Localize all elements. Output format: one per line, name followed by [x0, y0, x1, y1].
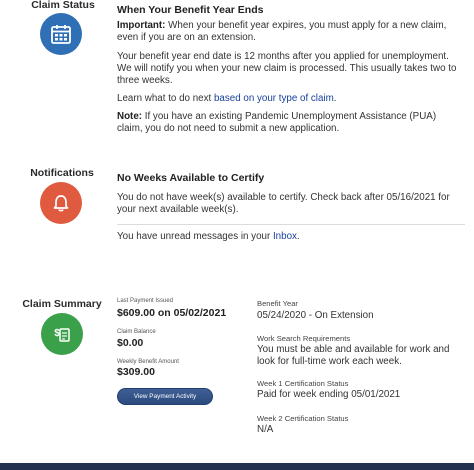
- note-text: Note: If you have an existing Pandemic U…: [117, 111, 462, 135]
- last-payment-label: Last Payment Issued: [117, 298, 174, 304]
- notifications-divider: [117, 224, 465, 225]
- unread-suffix: .: [296, 231, 300, 242]
- benefit-year-value: 05/24/2020 - On Extension: [257, 310, 374, 321]
- note-label: Note:: [117, 111, 143, 122]
- week2-status-label: Week 2 Certification Status: [257, 414, 349, 423]
- bell-icon: [51, 193, 71, 213]
- claim-summary-label: Claim Summary: [22, 298, 102, 310]
- claim-status-title: When Your Benefit Year Ends: [117, 4, 264, 16]
- inbox-link[interactable]: Inbox: [273, 231, 297, 242]
- svg-text:$: $: [54, 328, 60, 339]
- claim-status-label: Claim Status: [31, 0, 95, 11]
- learn-suffix: .: [333, 93, 337, 104]
- work-search-label: Work Search Requirements: [257, 334, 351, 343]
- notifications-icon-circle: [40, 182, 82, 224]
- important-label: Important:: [117, 20, 166, 31]
- claim-balance-label: Claim Balance: [117, 329, 156, 335]
- calendar-icon: [50, 23, 72, 45]
- last-payment-value: $609.00 on 05/02/2021: [117, 307, 227, 319]
- footer-bar: [0, 463, 474, 470]
- claim-balance-value: $0.00: [117, 337, 144, 349]
- weekly-benefit-value: $309.00: [117, 366, 155, 378]
- benefit-year-label: Benefit Year: [257, 299, 298, 308]
- week1-status-label: Week 1 Certification Status: [257, 379, 349, 388]
- note-body: If you have an existing Pandemic Unemplo…: [117, 111, 437, 135]
- claim-status-icon-circle: [40, 13, 82, 55]
- learn-prefix: Learn what to do next: [117, 93, 214, 104]
- important-text: Important: When your benefit year expire…: [117, 20, 462, 44]
- important-body: When your benefit year expires, you must…: [117, 20, 447, 44]
- claim-summary-icon-circle: $: [41, 313, 83, 355]
- document-dollar-icon: $: [52, 324, 72, 344]
- benefit-end-date-text: Your benefit year end date is 12 months …: [117, 51, 457, 87]
- unread-prefix: You have unread messages in your: [117, 231, 273, 242]
- unread-messages-text: You have unread messages in your Inbox.: [117, 231, 462, 243]
- claim-type-link[interactable]: based on your type of claim: [214, 93, 334, 104]
- learn-next-text: Learn what to do next based on your type…: [117, 93, 462, 105]
- week1-status-value: Paid for week ending 05/01/2021: [257, 389, 401, 400]
- view-payment-activity-button[interactable]: View Payment Activity: [117, 388, 213, 405]
- notifications-title: No Weeks Available to Certify: [117, 172, 265, 184]
- weekly-benefit-label: Weekly Benefit Amount: [117, 359, 179, 365]
- work-search-value: You must be able and available for work …: [257, 344, 450, 368]
- no-weeks-message: You do not have week(s) available to cer…: [117, 192, 450, 216]
- notifications-label: Notifications: [30, 167, 94, 179]
- week2-status-value: N/A: [257, 424, 274, 435]
